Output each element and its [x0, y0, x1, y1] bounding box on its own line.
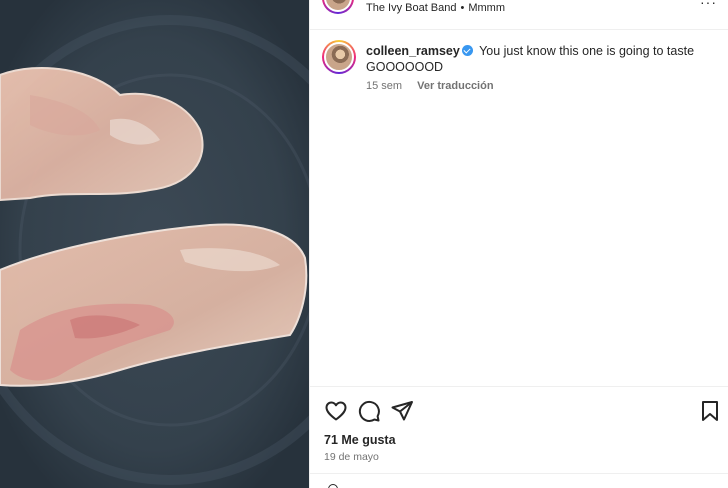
verified-badge-icon [461, 45, 473, 56]
avatar-image [324, 42, 354, 72]
post-media[interactable] [0, 0, 309, 488]
bookmark-icon[interactable] [698, 399, 722, 423]
caption-author-avatar[interactable] [322, 40, 356, 74]
heart-icon[interactable] [324, 399, 348, 423]
post-actions: 71 Me gusta 19 de mayo [310, 386, 728, 474]
caption-meta: 15 sem Ver traducción [366, 80, 717, 92]
comment-icon[interactable] [357, 399, 381, 423]
separator-dot: • [460, 2, 465, 14]
translate-link[interactable]: Ver traducción [417, 80, 493, 92]
paper-plane-icon[interactable] [390, 399, 414, 423]
post-date: 19 de mayo [324, 451, 379, 463]
emoji-icon[interactable] [328, 484, 338, 488]
likes-count[interactable]: 71 Me gusta [324, 433, 396, 447]
audio-artist: The Ivy Boat Band [366, 2, 457, 14]
caption-text-block: colleen_ramsey You just know this one is… [366, 40, 717, 75]
chicken-in-pan-image [0, 0, 309, 488]
audio-track: Mmmm [468, 2, 506, 14]
author-avatar[interactable] [322, 0, 354, 14]
audio-attribution[interactable]: The Ivy Boat Band • Mmmm [366, 2, 505, 14]
caption-comment: colleen_ramsey You just know this one is… [322, 40, 717, 92]
more-options-icon[interactable]: ··· [700, 0, 717, 10]
post-details-panel: The Ivy Boat Band • Mmmm ··· colleen_ramse… [309, 0, 728, 488]
caption-username[interactable]: colleen_ramsey [366, 44, 460, 58]
caption-time[interactable]: 15 sem [366, 80, 402, 92]
avatar-image [324, 0, 352, 12]
post-header: The Ivy Boat Band • Mmmm ··· [310, 0, 728, 30]
